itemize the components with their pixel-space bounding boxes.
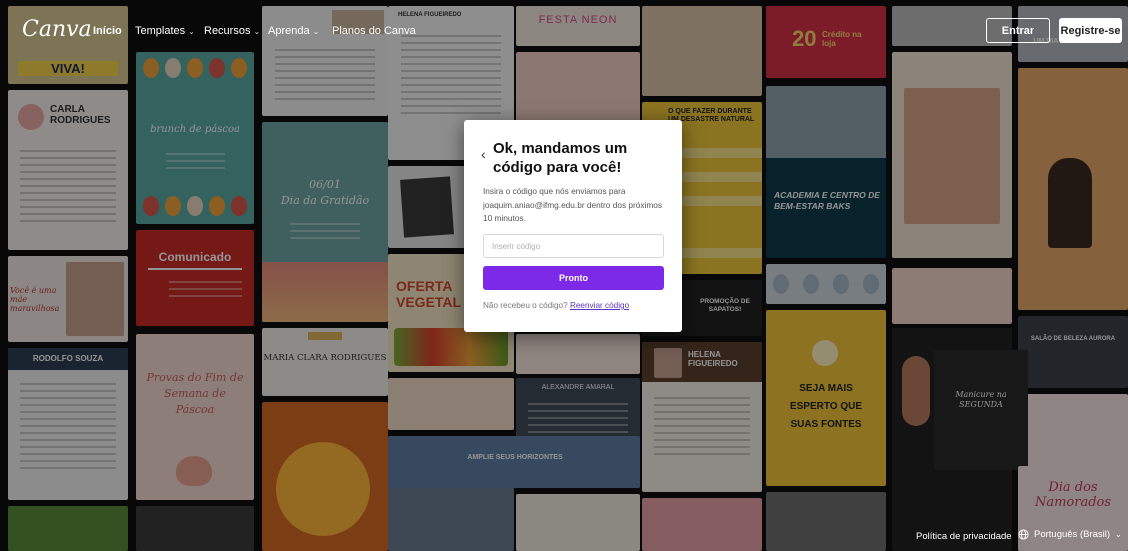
nav-label: Início [93, 25, 122, 37]
nav-label: Templates [135, 25, 186, 37]
nav-recursos[interactable]: Recursos ⌄ [204, 25, 260, 37]
globe-icon [1018, 529, 1029, 540]
chevron-down-icon: ⌄ [312, 26, 320, 36]
submit-button[interactable]: Pronto [483, 266, 664, 290]
chevron-left-icon[interactable]: ‹ [481, 147, 486, 161]
language-label: Português (Brasil) [1034, 529, 1111, 540]
nav-templates[interactable]: Templates ⌄ [135, 25, 195, 37]
nav-label: Recursos [204, 25, 251, 37]
verification-code-modal: ‹ Ok, mandamos um código para você! Insi… [464, 120, 682, 332]
chevron-down-icon: ⌄ [188, 26, 195, 36]
signup-button[interactable]: Registre-se [1059, 18, 1122, 43]
privacy-policy-link[interactable]: Política de privacidade [916, 531, 1012, 542]
top-navigation: Canva Início Templates ⌄ Recursos ⌄ Apre… [0, 0, 1128, 62]
nav-label: Planos do Canva [332, 25, 416, 37]
nav-aprenda[interactable]: Aprenda ⌄ [268, 25, 319, 37]
canva-logo[interactable]: Canva [22, 17, 92, 42]
nav-inicio[interactable]: Início [93, 25, 122, 37]
resend-prompt: Não recebeu o código? [483, 301, 568, 310]
code-input[interactable] [483, 234, 664, 258]
login-button[interactable]: Entrar [986, 18, 1050, 43]
language-selector[interactable]: Português (Brasil) ⌄ [1018, 529, 1122, 540]
chevron-down-icon: ⌄ [253, 26, 261, 36]
modal-title: Ok, mandamos um código para você! [493, 140, 628, 176]
resend-code-link[interactable]: Reenviar código [570, 301, 629, 310]
resend-row: Não recebeu o código? Reenviar código [483, 301, 629, 310]
nav-label: Aprenda [268, 25, 310, 37]
chevron-down-icon: ⌄ [1115, 530, 1122, 539]
nav-planos[interactable]: Planos do Canva [332, 25, 416, 37]
modal-description: Insira o código que nós enviamos para jo… [483, 186, 663, 223]
